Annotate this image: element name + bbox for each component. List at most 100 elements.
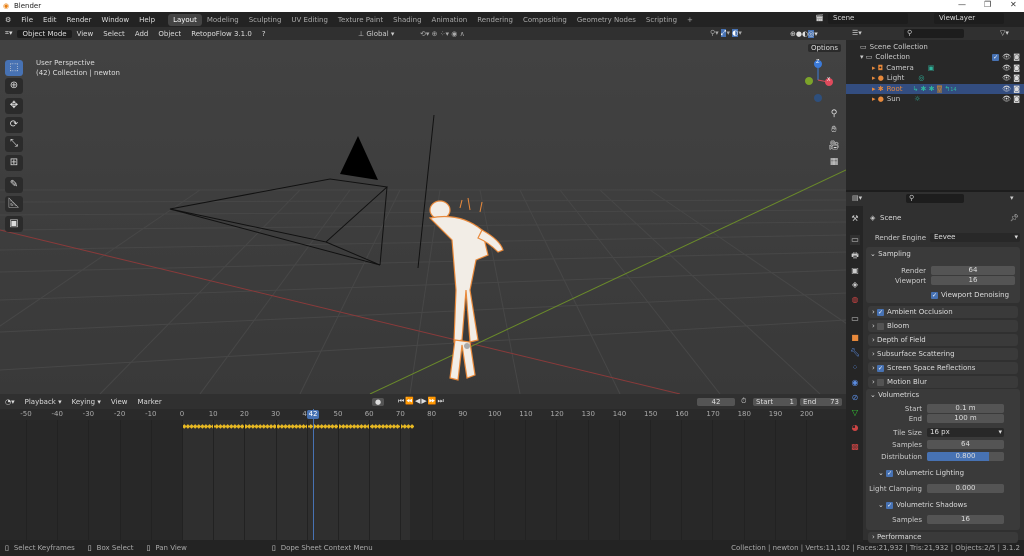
record-button[interactable]: ● <box>372 397 385 406</box>
viewport-denoising-checkbox[interactable]: ✓ Viewport Denoising <box>931 291 1009 299</box>
camera-view-icon[interactable]: 🎥︎ <box>828 138 840 154</box>
display-mode-icon[interactable]: ☰▾ <box>852 29 862 37</box>
properties-editor-icon[interactable]: ▤▾ <box>852 194 862 202</box>
outliner-search-input[interactable]: ⚲ <box>904 29 964 38</box>
annotate-tool-icon[interactable]: ✎ <box>5 177 23 193</box>
end-frame-field[interactable]: End 73 <box>800 397 842 406</box>
menu-add[interactable]: Add <box>130 30 154 38</box>
dope-sheet-area[interactable]: ◆◆◆◆◆◆◆◆◆◆◆◆◆◆◆◆◆◆◆◆◆◆◆◆◆◆◆◆◆◆◆◆◆◆◆◆◆◆◆◆… <box>0 420 846 540</box>
mode-selector[interactable]: Object Mode <box>17 29 72 38</box>
tool-tab-icon[interactable]: ⚒ <box>850 214 860 224</box>
scene-selector[interactable]: Scene <box>828 13 908 24</box>
tab-modeling[interactable]: Modeling <box>202 14 244 26</box>
tab-scripting[interactable]: Scripting <box>641 14 682 26</box>
scene-tab-icon[interactable]: ◈ <box>850 280 860 290</box>
world-tab-icon[interactable]: ◍ <box>850 295 860 305</box>
camera-visibility-toggle[interactable]: 👁︎ ◙ <box>1002 64 1020 72</box>
constraints-tab-icon[interactable]: ⊘ <box>850 393 860 403</box>
object-tab-icon[interactable]: ■ <box>850 333 860 343</box>
vol-samples-field[interactable]: 64 <box>927 440 1004 449</box>
panel-motion-blur[interactable]: › Motion Blur <box>868 376 1018 388</box>
panel-performance[interactable]: › Performance <box>868 532 1018 543</box>
output-tab-icon[interactable]: 🖶︎ <box>850 251 860 261</box>
distribution-slider[interactable]: 0.800 <box>927 452 1004 461</box>
minimize-button[interactable]: — <box>958 0 966 9</box>
filter-icon[interactable]: ▽▾ <box>1000 29 1009 37</box>
menu-help[interactable]: Help <box>134 16 160 24</box>
view-layer-selector[interactable]: ViewLayer <box>934 13 1004 24</box>
pan-hand-icon[interactable]: ✋︎ <box>828 122 840 138</box>
tab-texture-paint[interactable]: Texture Paint <box>333 14 388 26</box>
tree-collection[interactable]: ▾ ▭ Collection ✓ 👁︎ ◙ <box>846 52 1024 62</box>
help-icon[interactable]: ? <box>257 30 271 38</box>
tab-uv-editing[interactable]: UV Editing <box>286 14 333 26</box>
panel-ambient-occlusion[interactable]: › ✓ Ambient Occlusion <box>868 306 1018 318</box>
tab-sculpting[interactable]: Sculpting <box>244 14 287 26</box>
panel-screen-space-reflections[interactable]: › ✓ Screen Space Reflections <box>868 362 1018 374</box>
stopwatch-icon[interactable]: ⏱ <box>741 397 746 406</box>
menu-render[interactable]: Render <box>62 16 97 24</box>
tree-scene-collection[interactable]: ▭ Scene Collection <box>846 42 1024 52</box>
tree-item-root[interactable]: ▸ ✱ Root ↳ ✱ ✱ ▽ ↰14 👁︎ ◙ <box>846 84 1024 94</box>
add-workspace-button[interactable]: + <box>682 14 698 26</box>
transform-tool-icon[interactable]: ⊞ <box>5 155 23 171</box>
orientation-selector[interactable]: ⊥ Global ▾ <box>358 30 394 38</box>
add-cube-tool-icon[interactable]: ▣ <box>5 216 23 232</box>
editor-type-icon[interactable]: ⌗▾ <box>0 29 17 38</box>
blender-menu-icon[interactable]: ⚙ <box>0 16 16 24</box>
rotate-tool-icon[interactable]: ⟳ <box>5 117 23 133</box>
render-samples-field[interactable]: 64 <box>931 266 1015 275</box>
particles-tab-icon[interactable]: ⁘ <box>850 363 860 373</box>
tile-size-select[interactable]: 16 px ▾ <box>927 428 1004 437</box>
visibility-gizmo-icons[interactable]: ⚲▾ ⤢▾ ◐▾ <box>710 29 742 38</box>
collection-tab-icon[interactable]: ▭ <box>850 314 860 324</box>
options-button[interactable]: Options <box>808 44 842 52</box>
collection-toggles[interactable]: ✓ 👁︎ ◙ <box>992 53 1020 61</box>
tree-item-light[interactable]: ▸ ● Light ◎ 👁︎ ◙ <box>846 73 1024 83</box>
vol-end-field[interactable]: 100 m <box>927 414 1004 423</box>
material-tab-icon[interactable]: ◕ <box>850 423 860 433</box>
maximize-button[interactable]: ❐ <box>984 0 991 9</box>
volumetric-shadows-subpanel[interactable]: ⌄ ✓ Volumetric Shadows <box>878 501 967 509</box>
tab-animation[interactable]: Animation <box>427 14 473 26</box>
menu-file[interactable]: File <box>16 16 38 24</box>
3d-viewport[interactable]: ⬚ ⊕ ✥ ⟳ ⤡ ⊞ ✎ 📐︎ ▣ User Perspective (42)… <box>0 40 846 394</box>
menu-view[interactable]: View <box>72 30 99 38</box>
panel-bloom[interactable]: › Bloom <box>868 320 1018 332</box>
menu-timeline-view[interactable]: View <box>106 398 133 406</box>
menu-select[interactable]: Select <box>98 30 130 38</box>
timeline-editor-icon[interactable]: ◔▾ <box>0 398 20 406</box>
panel-subsurface-scattering[interactable]: › Subsurface Scattering <box>868 348 1018 360</box>
menu-marker[interactable]: Marker <box>133 398 167 406</box>
view-layer-tab-icon[interactable]: ▣ <box>850 266 860 276</box>
pivot-snap-icons[interactable]: ⟲▾ ⊕ ⁘▾ ◉ ∧ <box>420 30 465 38</box>
ortho-grid-icon[interactable]: ▦ <box>828 154 840 170</box>
tab-geometry-nodes[interactable]: Geometry Nodes <box>572 14 641 26</box>
measure-tool-icon[interactable]: 📐︎ <box>5 196 23 212</box>
vol-start-field[interactable]: 0.1 m <box>927 404 1004 413</box>
menu-edit[interactable]: Edit <box>38 16 62 24</box>
tree-item-sun[interactable]: ▸ ● Sun ☼ 👁︎ ◙ <box>846 94 1024 104</box>
tree-item-camera[interactable]: ▸ ◘ Camera ▣ 👁︎ ◙ <box>846 63 1024 73</box>
light-visibility-toggle[interactable]: 👁︎ ◙ <box>1002 74 1020 82</box>
move-tool-icon[interactable]: ✥ <box>5 98 23 114</box>
tab-layout[interactable]: Layout <box>168 13 202 26</box>
volumetric-lighting-subpanel[interactable]: ⌄ ✓ Volumetric Lighting <box>878 469 964 477</box>
playhead[interactable] <box>313 409 315 540</box>
shadow-samples-field[interactable]: 16 <box>927 515 1004 524</box>
physics-tab-icon[interactable]: ◉ <box>850 378 860 388</box>
playback-controls[interactable]: ⏮⏪◀▶⏩⏭ <box>398 397 445 406</box>
modifier-tab-icon[interactable]: 🔧︎ <box>850 348 860 358</box>
volumetrics-header[interactable]: ⌄ Volumetrics <box>870 391 919 399</box>
properties-search-input[interactable]: ⚲ <box>906 194 964 203</box>
start-frame-field[interactable]: Start 1 <box>753 397 797 406</box>
shading-mode-buttons[interactable]: ⊕●◐◎▾ <box>790 29 818 38</box>
retopoflow-menu[interactable]: RetopoFlow 3.1.0 <box>186 30 257 38</box>
panel-depth-of-field[interactable]: › Depth of Field <box>868 334 1018 346</box>
zoom-icon[interactable]: ⚲ <box>828 106 840 122</box>
scale-tool-icon[interactable]: ⤡ <box>5 136 23 152</box>
texture-tab-icon[interactable]: ▩ <box>850 442 860 452</box>
viewport-samples-field[interactable]: 16 <box>931 276 1015 285</box>
current-frame-field[interactable]: 42 <box>697 397 735 406</box>
root-visibility-toggle[interactable]: 👁︎ ◙ <box>1002 85 1020 93</box>
